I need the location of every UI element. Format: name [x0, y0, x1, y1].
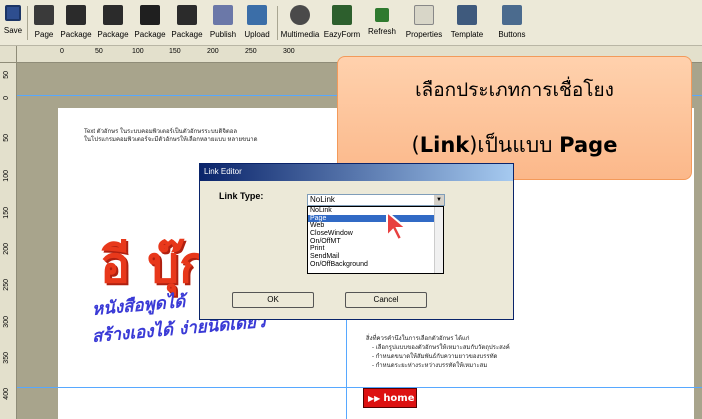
- ruler-corner: [0, 46, 17, 63]
- callout-link-word: Link: [419, 133, 470, 157]
- save-button[interactable]: Save: [2, 2, 24, 44]
- package-icon: [103, 5, 123, 25]
- package-icon: [140, 5, 160, 25]
- text-line: Text ตัวอักษร ในระบบคอมพิวเตอร์เป็นตัวอั…: [84, 129, 238, 135]
- ruler-label: 150: [3, 207, 10, 219]
- list-item[interactable]: On/OffBackground: [308, 261, 443, 269]
- ruler-label: 300: [283, 48, 295, 55]
- form-icon: [332, 5, 352, 25]
- list-item[interactable]: Web: [308, 222, 443, 230]
- list-item[interactable]: Print: [308, 245, 443, 253]
- list-item[interactable]: NoLink: [308, 207, 443, 215]
- callout-text: )เป็นแบบ: [469, 133, 560, 157]
- callout-line1: เลือกประเภทการเชื่อโยง: [415, 79, 614, 101]
- list-item[interactable]: CloseWindow: [308, 230, 443, 238]
- note-item: - กำหนดขนาดให้สัมพันธ์กับความยาวของบรรทั…: [372, 354, 498, 360]
- ruler-label: 300: [3, 316, 10, 328]
- cursor-icon: [385, 209, 413, 246]
- ruler-label: 0: [3, 96, 10, 100]
- play-icon: ▶▶: [368, 393, 381, 403]
- ruler-label: 50: [95, 48, 103, 55]
- ruler-label: 250: [245, 48, 257, 55]
- ruler-label: 350: [3, 352, 10, 364]
- list-item[interactable]: SendMail: [308, 253, 443, 261]
- ruler-label: 200: [207, 48, 219, 55]
- page-icon: [34, 5, 54, 25]
- notes-title: สิ่งที่ควรคำนึงในการเลือกตัวอักษร ได้แก่: [366, 336, 470, 342]
- ruler-label: 150: [169, 48, 181, 55]
- template-icon: [457, 5, 477, 25]
- text-line: ในโปรแกรมคอมพิวเตอร์จะมีตัวอักษรให้เลือก…: [84, 137, 258, 143]
- properties-button[interactable]: Properties: [403, 2, 445, 44]
- page-button[interactable]: Page: [30, 2, 58, 44]
- ruler-label: 400: [3, 388, 10, 400]
- callout: เลือกประเภทการเชื่อโยง (Link)เป็นแบบ Pag…: [337, 56, 692, 180]
- publish-button[interactable]: Publish: [206, 2, 240, 44]
- home-button[interactable]: ▶▶ home: [363, 388, 417, 408]
- multimedia-button[interactable]: Multimedia: [279, 2, 321, 44]
- ok-button[interactable]: OK: [232, 292, 314, 308]
- link-type-value: NoLink: [310, 195, 335, 204]
- note-item: - เลือกรูปแบบของตัวอักษรให้เหมาะสมกับวัต…: [372, 345, 510, 351]
- package-button-3[interactable]: Package: [132, 2, 168, 44]
- refresh-button[interactable]: Refresh: [364, 2, 400, 44]
- cancel-button[interactable]: Cancel: [345, 292, 427, 308]
- link-type-list[interactable]: NoLink Page Web CloseWindow On/OffMT Pri…: [307, 206, 444, 274]
- ruler-label: 50: [3, 71, 10, 79]
- list-item[interactable]: On/OffMT: [308, 238, 443, 246]
- package-button-2[interactable]: Package: [95, 2, 131, 44]
- publish-icon: [213, 5, 233, 25]
- dialog-title[interactable]: Link Editor: [200, 164, 513, 181]
- eazyform-button[interactable]: EazyForm: [322, 2, 362, 44]
- toolbar-separator: [277, 6, 278, 40]
- list-item-selected[interactable]: Page: [308, 214, 443, 223]
- save-icon: [5, 5, 21, 21]
- chevron-down-icon[interactable]: ▼: [434, 195, 444, 205]
- link-editor-dialog: Link Editor Link Type: NoLink ▼ NoLink P…: [199, 163, 514, 320]
- package-button-1[interactable]: Package: [58, 2, 94, 44]
- properties-icon: [414, 5, 434, 25]
- ruler-label: 250: [3, 279, 10, 291]
- refresh-icon: [375, 8, 389, 22]
- toolbar: Save Page Package Package Package Packag…: [0, 0, 702, 46]
- home-button-label: home: [383, 392, 415, 404]
- upload-icon: [247, 5, 267, 25]
- callout-text: (: [411, 133, 420, 157]
- ruler-label: 0: [60, 48, 64, 55]
- note-item: - กำหนดระยะห่างระหว่างบรรทัดให้เหมาะสม: [372, 363, 488, 369]
- package-icon: [66, 5, 86, 25]
- list-scrollbar[interactable]: [434, 207, 443, 273]
- ruler-left: 50 0 50 100 150 200 250 300 350 400: [0, 63, 17, 419]
- text-block[interactable]: Text ตัวอักษร ในระบบคอมพิวเตอร์เป็นตัวอั…: [84, 128, 354, 144]
- guide-line: [17, 387, 702, 388]
- buttons-icon: [502, 5, 522, 25]
- upload-button[interactable]: Upload: [241, 2, 273, 44]
- package-icon: [177, 5, 197, 25]
- link-type-label: Link Type:: [219, 191, 264, 201]
- ruler-label: 100: [132, 48, 144, 55]
- notes-block[interactable]: สิ่งที่ควรคำนึงในการเลือกตัวอักษร ได้แก่…: [366, 335, 646, 371]
- callout-page-word: Page: [559, 133, 618, 157]
- ruler-label: 200: [3, 243, 10, 255]
- link-type-select[interactable]: NoLink ▼: [307, 194, 445, 206]
- template-button[interactable]: Template: [447, 2, 487, 44]
- multimedia-icon: [290, 5, 310, 25]
- callout-line2: (Link)เป็นแบบ Page: [338, 129, 691, 162]
- package-button-4[interactable]: Package: [169, 2, 205, 44]
- ruler-label: 50: [3, 134, 10, 142]
- buttons-button[interactable]: Buttons: [492, 2, 532, 44]
- toolbar-separator: [27, 6, 28, 40]
- ruler-label: 100: [3, 170, 10, 182]
